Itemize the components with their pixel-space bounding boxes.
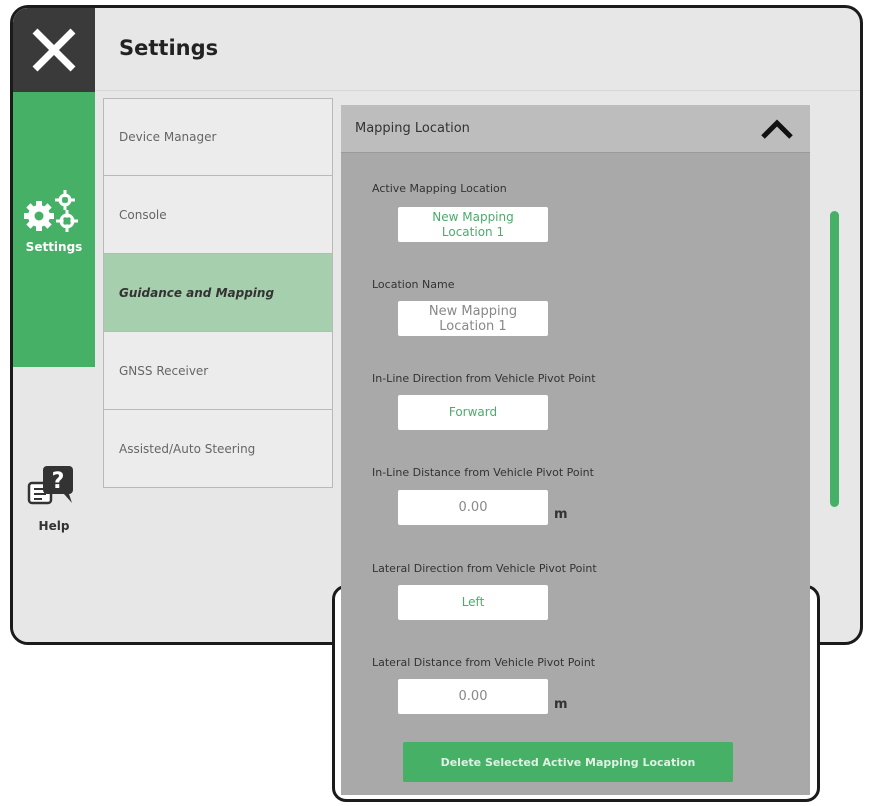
- left-rail: Settings ? Help: [13, 8, 95, 642]
- nav-item-guidance-and-mapping[interactable]: Guidance and Mapping: [103, 254, 333, 332]
- location-name-label: Location Name: [372, 278, 455, 291]
- delete-mapping-location-button[interactable]: Delete Selected Active Mapping Location: [403, 742, 733, 782]
- chevron-up-icon[interactable]: [760, 118, 794, 140]
- inline-distance-unit: m: [554, 507, 568, 522]
- gears-icon: [24, 190, 78, 232]
- location-name-input[interactable]: New Mapping Location 1: [398, 301, 548, 336]
- help-chat-icon[interactable]: ?: [26, 463, 82, 513]
- lateral-direction-label: Lateral Direction from Vehicle Pivot Poi…: [372, 562, 597, 575]
- panel-header[interactable]: Mapping Location: [341, 105, 810, 153]
- close-icon[interactable]: [31, 27, 77, 73]
- nav-item-gnss-receiver[interactable]: GNSS Receiver: [103, 332, 333, 410]
- help-button[interactable]: ? Help: [13, 463, 95, 563]
- header-divider: [95, 90, 860, 91]
- settings-tab[interactable]: Settings: [13, 92, 95, 367]
- help-label: Help: [38, 519, 70, 533]
- scrollbar[interactable]: [830, 211, 839, 507]
- nav-item-console[interactable]: Console: [103, 176, 333, 254]
- settings-nav: Device Manager Console Guidance and Mapp…: [103, 98, 333, 488]
- close-button[interactable]: [13, 8, 95, 92]
- inline-distance-label: In-Line Distance from Vehicle Pivot Poin…: [372, 466, 594, 479]
- page-title: Settings: [119, 36, 219, 60]
- inline-distance-input[interactable]: 0.00: [398, 490, 548, 525]
- lateral-distance-unit: m: [554, 697, 568, 712]
- panel-title: Mapping Location: [355, 121, 470, 136]
- lateral-distance-label: Lateral Distance from Vehicle Pivot Poin…: [372, 656, 596, 669]
- settings-tab-label: Settings: [25, 240, 83, 254]
- mapping-location-panel: Mapping Location Active Mapping Location…: [341, 105, 810, 795]
- inline-direction-select[interactable]: Forward: [398, 395, 548, 430]
- nav-item-device-manager[interactable]: Device Manager: [103, 98, 333, 176]
- svg-text:?: ?: [52, 469, 65, 494]
- nav-item-assisted-auto-steering[interactable]: Assisted/Auto Steering: [103, 410, 333, 488]
- active-mapping-location-select[interactable]: New Mapping Location 1: [398, 207, 548, 242]
- lateral-direction-select[interactable]: Left: [398, 585, 548, 620]
- inline-direction-label: In-Line Direction from Vehicle Pivot Poi…: [372, 372, 596, 385]
- lateral-distance-input[interactable]: 0.00: [398, 679, 548, 714]
- active-mapping-location-label: Active Mapping Location: [372, 182, 507, 195]
